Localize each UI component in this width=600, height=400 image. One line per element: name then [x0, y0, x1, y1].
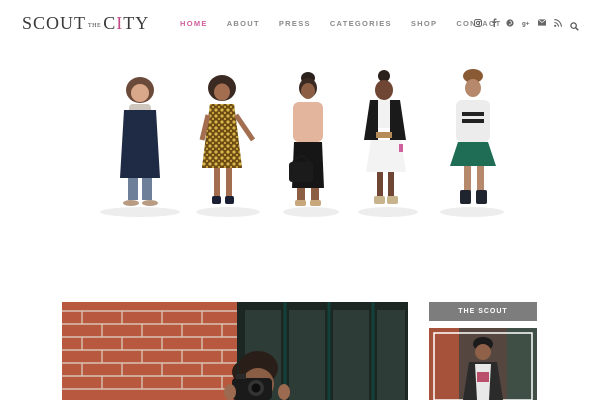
google-plus-icon[interactable]: g+ — [522, 18, 530, 27]
logo-word-city: CITY — [103, 13, 150, 33]
facebook-icon[interactable] — [490, 18, 498, 27]
logo-word-the: THE — [88, 23, 102, 29]
nav-home[interactable]: HOME — [180, 19, 208, 28]
email-icon[interactable] — [538, 18, 546, 27]
kid-leather-jacket — [364, 70, 406, 204]
kid-pink-sweater — [289, 72, 324, 206]
kid-navy-coat — [120, 77, 160, 206]
kid-gold-dress — [199, 75, 256, 204]
svg-text:g+: g+ — [522, 20, 530, 26]
search-icon[interactable] — [570, 18, 580, 31]
social-links: g+ — [474, 18, 562, 27]
child-with-camera — [224, 351, 290, 400]
nav-about[interactable]: ABOUT — [227, 19, 260, 28]
instagram-icon[interactable] — [474, 18, 482, 27]
hero-banner-image[interactable] — [88, 60, 514, 230]
sidebar-scout-image[interactable] — [429, 328, 537, 400]
sidebar-widget-title: THE SCOUT — [429, 302, 537, 321]
nav-categories[interactable]: CATEGORIES — [330, 19, 392, 28]
site-header: SCOUT THE CITY HOME ABOUT PRESS CATEGORI… — [0, 0, 600, 50]
main-nav: HOME ABOUT PRESS CATEGORIES SHOP CONTACT — [180, 19, 521, 28]
site-logo[interactable]: SCOUT THE CITY — [22, 14, 149, 32]
hero-kids-illustration — [100, 69, 504, 217]
logo-word-scout: SCOUT — [22, 13, 87, 33]
kid-green-skirt — [450, 69, 496, 204]
pinterest-icon[interactable] — [506, 18, 514, 27]
rss-icon[interactable] — [554, 18, 562, 27]
nav-press[interactable]: PRESS — [279, 19, 311, 28]
featured-post-image[interactable] — [62, 302, 408, 400]
nav-shop[interactable]: SHOP — [411, 19, 437, 28]
